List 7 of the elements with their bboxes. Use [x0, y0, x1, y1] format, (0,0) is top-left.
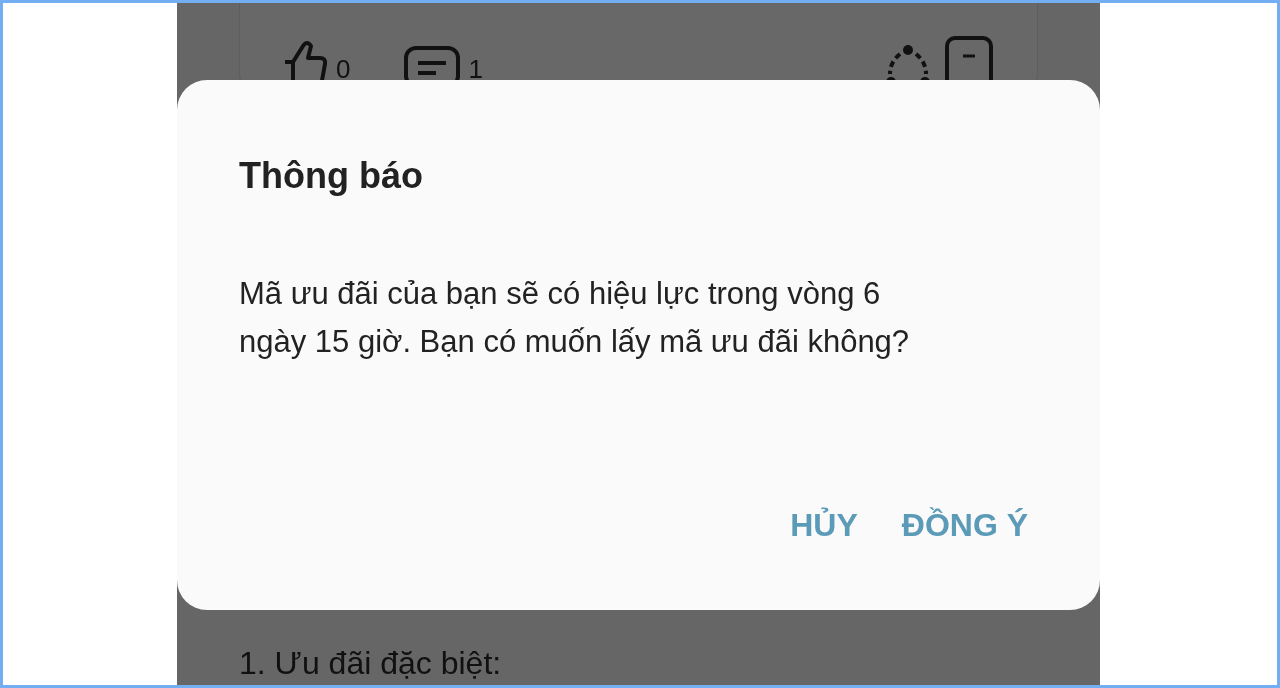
dialog-message: Mã ưu đãi của bạn sẽ có hiệu lực trong vòng 6 ngày 15 giờ. Bạn có muốn lấy mã ưu đãi không? — [239, 275, 911, 361]
section-heading: 1. Ưu đãi đặc biệt: — [239, 644, 503, 683]
comment-count: 1 — [468, 54, 483, 86]
like-count: 0 — [336, 54, 351, 86]
dialog-title: Thông báo — [239, 154, 424, 198]
cancel-button[interactable]: HỦY — [780, 501, 868, 550]
confirm-button[interactable]: ĐỒNG Ý — [891, 501, 1038, 550]
